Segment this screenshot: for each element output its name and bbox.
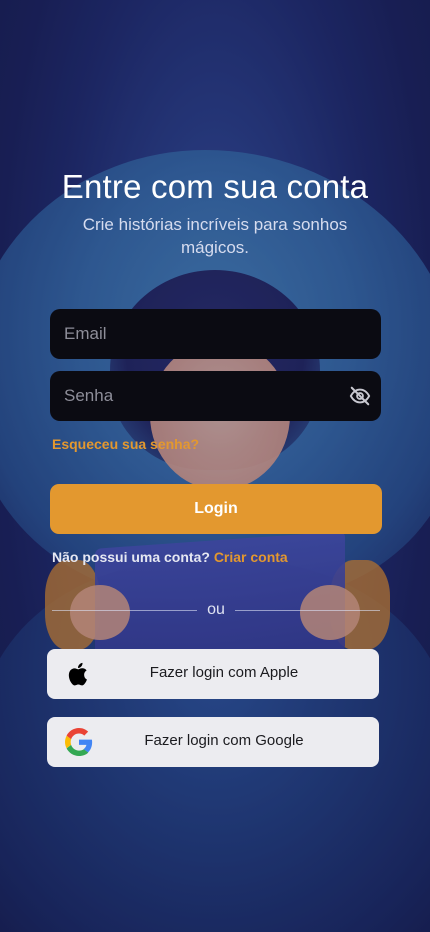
email-field[interactable] <box>50 309 381 359</box>
divider-line <box>235 610 380 611</box>
forgot-password-link[interactable]: Esqueceu sua senha? <box>52 436 199 452</box>
google-login-button[interactable]: Fazer login com Google <box>47 717 379 767</box>
eye-off-icon[interactable] <box>348 385 372 407</box>
signup-prompt: Não possui uma conta? Criar conta <box>52 549 288 565</box>
apple-login-label: Fazer login com Apple <box>149 664 299 681</box>
signup-prompt-text: Não possui uma conta? <box>52 549 210 565</box>
page-subtitle: Crie histórias incríveis para sonhos mág… <box>82 215 348 257</box>
background-overlay <box>0 0 430 932</box>
create-account-link[interactable]: Criar conta <box>214 549 288 565</box>
or-divider: ou <box>52 600 380 620</box>
background-illustration <box>0 0 430 932</box>
google-login-label: Fazer login com Google <box>144 732 304 749</box>
password-field[interactable] <box>50 371 381 421</box>
page-title: Entre com sua conta <box>61 168 369 205</box>
apple-login-button[interactable]: Fazer login com Apple <box>47 649 379 699</box>
login-button[interactable]: Login <box>50 484 382 534</box>
